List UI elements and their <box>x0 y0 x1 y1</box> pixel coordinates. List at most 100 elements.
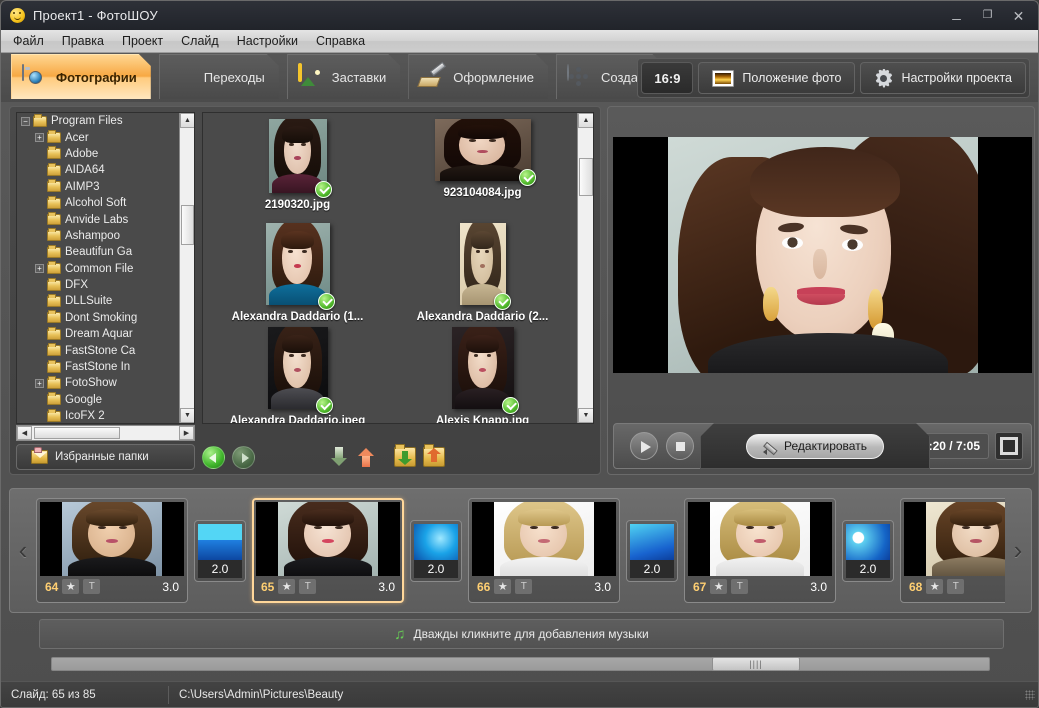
tree-node[interactable]: Dont Smoking <box>17 310 179 326</box>
file-item[interactable]: Alexandra Daddario.jpeg <box>205 325 390 424</box>
file-thumbnail[interactable] <box>460 223 506 305</box>
tree-node[interactable]: AIDA64 <box>17 162 179 178</box>
timeline-scroll-thumb[interactable]: |||| <box>712 657 800 671</box>
file-item[interactable]: Alexandra Daddario (1... <box>205 221 390 325</box>
timeline-slide[interactable]: 66★T3.0 <box>468 498 620 603</box>
expand-icon[interactable]: + <box>35 264 44 273</box>
add-selected-button[interactable] <box>329 446 349 469</box>
tree-node[interactable]: +Common File <box>17 261 179 277</box>
tab-intros[interactable]: Заставки <box>287 54 400 99</box>
timeline-slide[interactable]: 64★T3.0 <box>36 498 188 603</box>
back-button[interactable] <box>202 446 225 469</box>
slide-duration[interactable]: 3.0 <box>378 580 395 594</box>
slide-text-icon[interactable]: T <box>947 579 964 594</box>
slide-text-icon[interactable]: T <box>515 579 532 594</box>
maximize-button[interactable]: ❐ <box>980 10 995 21</box>
slide-effect-icon[interactable]: ★ <box>710 579 727 594</box>
tree-node[interactable]: Alcohol Soft <box>17 195 179 211</box>
tree-hscroll-thumb[interactable] <box>34 427 120 439</box>
tree-horizontal-scrollbar[interactable]: ◀ ▶ <box>16 425 195 441</box>
timeline-transition[interactable]: 2.0 <box>842 520 894 582</box>
slide-effect-icon[interactable]: ★ <box>494 579 511 594</box>
menu-item-slide[interactable]: Слайд <box>181 34 219 48</box>
tree-node[interactable]: AIMP3 <box>17 179 179 195</box>
file-item[interactable]: 2190320.jpg <box>205 117 390 221</box>
tree-node[interactable]: +Acer <box>17 129 179 145</box>
tree-vertical-scrollbar[interactable]: ▲ ▼ <box>179 113 194 423</box>
music-track-bar[interactable]: ♫ Дважды кликните для добавления музыки <box>39 619 1004 649</box>
tree-scroll-left-button[interactable]: ◀ <box>17 426 32 440</box>
file-thumbnail[interactable] <box>269 119 327 193</box>
slide-text-icon[interactable]: T <box>299 579 316 594</box>
timeline-slide[interactable]: 67★T3.0 <box>684 498 836 603</box>
forward-button[interactable] <box>232 446 255 469</box>
remove-selected-button[interactable] <box>356 446 376 469</box>
preview-screen[interactable] <box>613 137 1032 373</box>
tree-node[interactable]: IcoFX 2 <box>17 408 179 423</box>
file-thumbnail[interactable] <box>268 327 328 409</box>
menu-item-settings[interactable]: Настройки <box>237 34 298 48</box>
tree-node[interactable]: Adobe <box>17 146 179 162</box>
aspect-ratio-button[interactable]: 16:9 <box>641 62 693 94</box>
timeline-prev-button[interactable]: ‹ <box>10 489 36 612</box>
timeline-next-button[interactable]: › <box>1005 489 1031 612</box>
slide-duration[interactable]: 3.0 <box>594 580 611 594</box>
timeline-transition[interactable]: 2.0 <box>410 520 462 582</box>
slide-effect-icon[interactable]: ★ <box>278 579 295 594</box>
expand-icon[interactable]: + <box>35 133 44 142</box>
file-item[interactable]: Alexandra Daddario (2... <box>390 221 575 325</box>
slide-duration[interactable]: 3.0 <box>810 580 827 594</box>
tree-scroll-up-button[interactable]: ▲ <box>180 113 195 128</box>
play-button[interactable] <box>630 432 658 460</box>
favorites-folders-button[interactable]: Избранные папки <box>16 444 195 470</box>
file-thumbnail-grid[interactable]: 2190320.jpg923104084.jpgAlexandra Daddar… <box>202 112 594 424</box>
tree-node[interactable]: Google <box>17 392 179 408</box>
filegrid-vertical-scrollbar[interactable]: ▲ ▼ <box>577 113 593 423</box>
collapse-icon[interactable]: − <box>21 117 30 126</box>
tree-scroll-right-button[interactable]: ▶ <box>179 426 194 440</box>
tree-node[interactable]: Dream Aquar <box>17 326 179 342</box>
slide-text-icon[interactable]: T <box>731 579 748 594</box>
tree-node[interactable]: +FotoShow <box>17 375 179 391</box>
file-thumbnail[interactable] <box>435 119 531 181</box>
filegrid-scroll-up-button[interactable]: ▲ <box>578 113 594 128</box>
slide-text-icon[interactable]: T <box>83 579 100 594</box>
tree-node[interactable]: FastStone In <box>17 359 179 375</box>
add-folder-button[interactable] <box>394 447 416 467</box>
tab-photos[interactable]: Фотографии <box>11 54 151 99</box>
menu-item-edit[interactable]: Правка <box>62 34 104 48</box>
resize-grip[interactable] <box>1025 690 1035 700</box>
tree-scroll-down-button[interactable]: ▼ <box>180 408 195 423</box>
transition-duration[interactable]: 2.0 <box>630 560 674 578</box>
expand-icon[interactable]: + <box>35 379 44 388</box>
timeline-slide[interactable]: 65★T3.0 <box>252 498 404 603</box>
remove-folder-button[interactable] <box>423 447 445 467</box>
file-item[interactable]: Alexis Knapp.jpg <box>390 325 575 424</box>
edit-slide-button[interactable]: Редактировать <box>746 434 884 459</box>
menu-item-file[interactable]: Файл <box>13 34 44 48</box>
transition-duration[interactable]: 2.0 <box>198 560 242 578</box>
tree-node[interactable]: Anvide Labs <box>17 211 179 227</box>
filegrid-scroll-thumb[interactable] <box>579 158 593 196</box>
folder-tree[interactable]: −Program Files+AcerAdobeAIDA64AIMP3Alcoh… <box>16 112 195 424</box>
tree-node[interactable]: DLLSuite <box>17 293 179 309</box>
photo-position-button[interactable]: Положение фото <box>698 62 855 94</box>
tree-node[interactable]: Beautifun Ga <box>17 244 179 260</box>
slide-duration[interactable]: 3.0 <box>162 580 179 594</box>
tree-node[interactable]: DFX <box>17 277 179 293</box>
tab-transitions[interactable]: Переходы <box>159 54 279 99</box>
file-thumbnail[interactable] <box>266 223 330 305</box>
file-thumbnail[interactable] <box>452 327 514 409</box>
tree-scroll-thumb[interactable] <box>181 205 194 245</box>
tab-design[interactable]: Оформление <box>408 54 548 99</box>
menu-item-help[interactable]: Справка <box>316 34 365 48</box>
slide-effect-icon[interactable]: ★ <box>926 579 943 594</box>
minimize-button[interactable]: _ <box>949 5 964 20</box>
filegrid-scroll-down-button[interactable]: ▼ <box>578 408 594 423</box>
transition-duration[interactable]: 2.0 <box>414 560 458 578</box>
stop-button[interactable] <box>666 432 694 460</box>
tree-node[interactable]: FastStone Ca <box>17 342 179 358</box>
transition-duration[interactable]: 2.0 <box>846 560 890 578</box>
tree-node[interactable]: Ashampoo <box>17 228 179 244</box>
fullscreen-icon[interactable] <box>995 432 1023 460</box>
